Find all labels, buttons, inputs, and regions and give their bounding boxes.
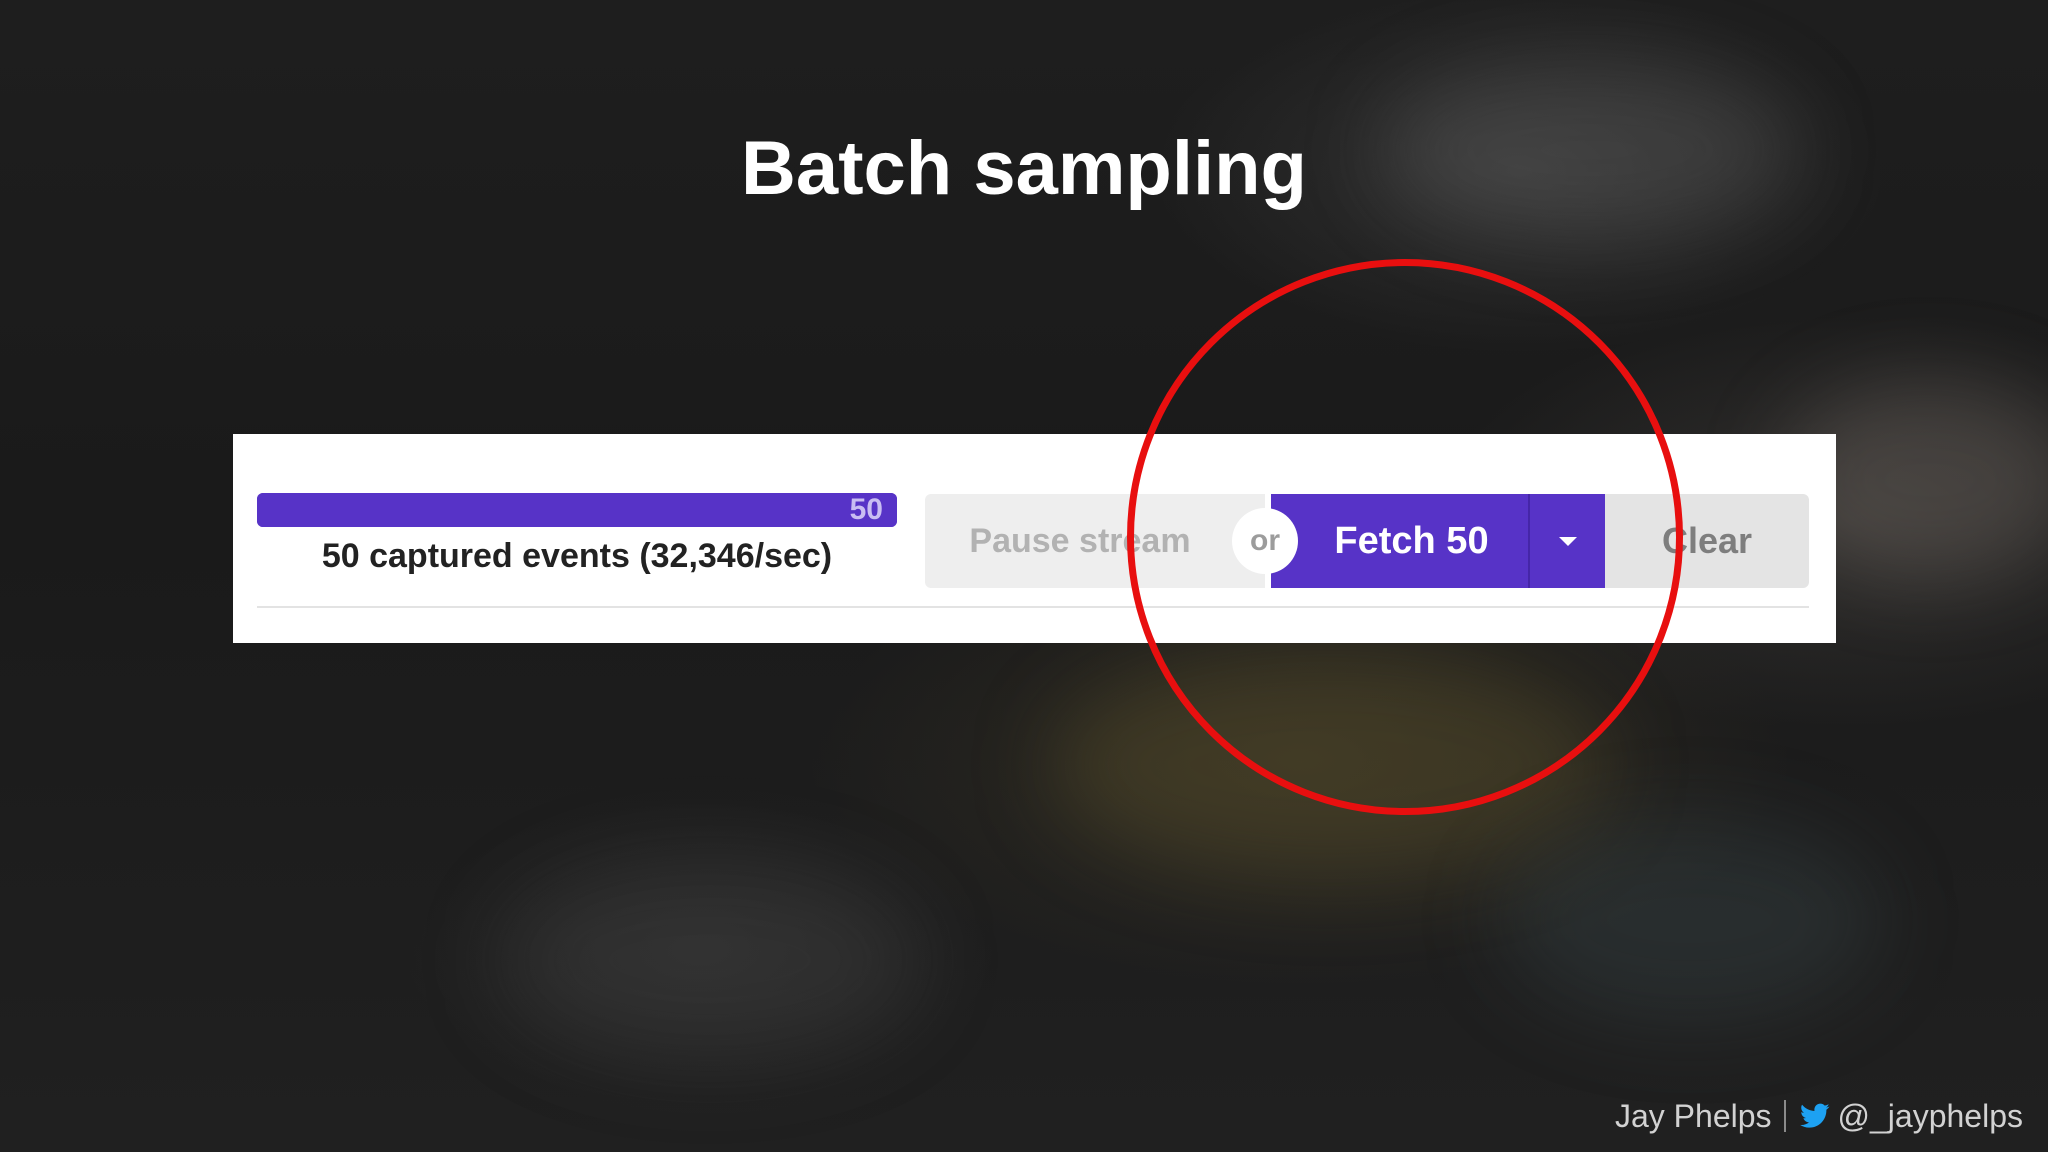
slide-footer: Jay Phelps @_jayphelps	[1615, 1094, 2023, 1138]
author-name: Jay Phelps	[1614, 1097, 1772, 1134]
fetch-dropdown-button[interactable]	[1528, 494, 1605, 588]
clear-button[interactable]: Clear	[1605, 494, 1809, 588]
slide-title: Batch sampling	[741, 125, 1307, 211]
twitter-handle: @_jayphelps	[1837, 1097, 2023, 1134]
captured-events-label: 50 captured events (32,346/sec)	[321, 537, 833, 575]
footer-separator	[1783, 1100, 1786, 1132]
capture-progress-bar: 50	[257, 493, 897, 527]
or-separator: or	[1232, 508, 1298, 574]
toolbar-divider	[257, 606, 1809, 608]
capture-count-badge: 50	[849, 493, 883, 526]
twitter-bird-icon	[1799, 1103, 1830, 1128]
capture-progress-fill	[257, 493, 897, 527]
pause-stream-button[interactable]: Pause stream	[925, 494, 1265, 588]
chevron-down-icon	[1559, 537, 1577, 546]
stream-toolbar: 50 50 captured events (32,346/sec) Pause…	[233, 434, 1836, 643]
fetch-button[interactable]: Fetch 50	[1271, 494, 1528, 588]
